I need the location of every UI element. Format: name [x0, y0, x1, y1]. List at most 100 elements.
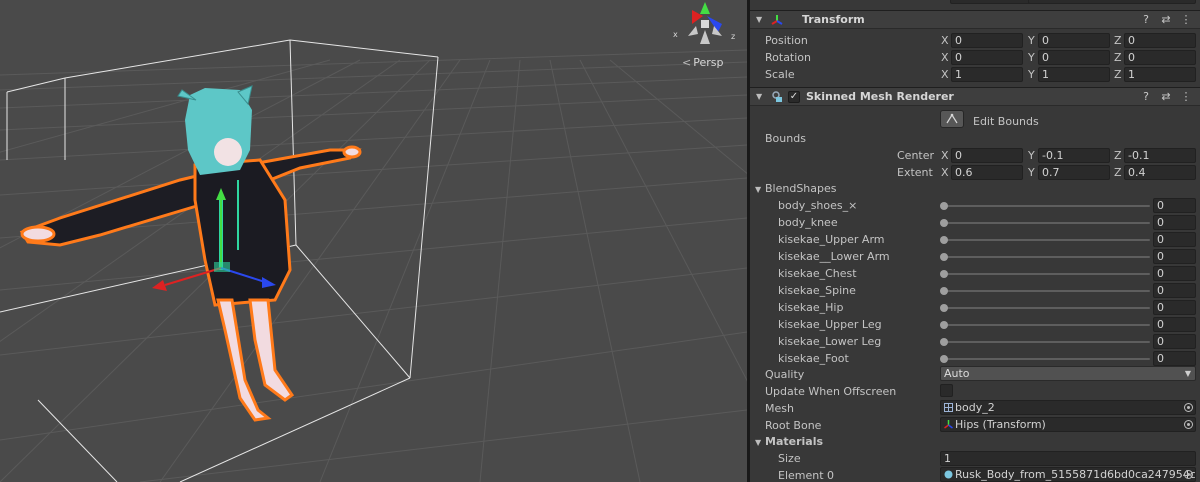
axis-y-label: Y [1028, 34, 1035, 47]
blendshape-value-field[interactable]: 0 [1153, 334, 1196, 349]
quality-dropdown[interactable]: Auto ▼ [940, 366, 1196, 381]
slider-handle[interactable] [940, 355, 948, 363]
blendshape-slider[interactable] [943, 358, 1150, 360]
transform-icon [770, 13, 784, 27]
blendshape-slider[interactable] [943, 324, 1150, 326]
blendshape-name: kisekae_Upper Leg [778, 318, 882, 331]
blendshape-value-field[interactable]: 0 [1153, 198, 1196, 213]
skinned-mesh-icon [770, 90, 784, 104]
foldout-arrow-icon[interactable]: ▼ [756, 92, 766, 101]
center-z-field[interactable]: -0.1 [1124, 148, 1196, 163]
update-offscreen-checkbox[interactable] [940, 384, 953, 397]
axis-x-label: X [941, 68, 949, 81]
blendshape-slider[interactable] [943, 256, 1150, 258]
blendshape-name: kisekae_Lower Leg [778, 335, 882, 348]
center-y-field[interactable]: -0.1 [1038, 148, 1110, 163]
rotation-y-field[interactable]: 0 [1038, 50, 1110, 65]
blendshape-slider[interactable] [943, 205, 1150, 207]
blendshape-name: kisekae_Hip [778, 301, 844, 314]
root-bone-object-field[interactable]: Hips (Transform) [940, 417, 1196, 432]
slider-handle[interactable] [940, 321, 948, 329]
blendshape-slider[interactable] [943, 307, 1150, 309]
rotation-x-field[interactable]: 0 [951, 50, 1023, 65]
transform-header[interactable]: ▼ Transform ? ⇄ ⋮ [750, 10, 1200, 29]
blendshape-value-field[interactable]: 0 [1153, 215, 1196, 230]
blendshape-value-field[interactable]: 0 [1153, 266, 1196, 281]
slider-handle[interactable] [940, 236, 948, 244]
mesh-object-field[interactable]: body_2 [940, 400, 1196, 415]
rotation-z-field[interactable]: 0 [1124, 50, 1196, 65]
preset-icon[interactable]: ⇄ [1160, 90, 1172, 103]
slider-handle[interactable] [940, 270, 948, 278]
layer-field[interactable] [1028, 0, 1196, 4]
materials-label[interactable]: Materials [765, 435, 823, 448]
scale-z-field[interactable]: 1 [1124, 67, 1196, 82]
inspector-panel: ▼ Transform ? ⇄ ⋮ Position X 0 Y 0 Z 0 R… [750, 0, 1200, 482]
slider-handle[interactable] [940, 287, 948, 295]
slider-handle[interactable] [940, 304, 948, 312]
scale-y-field[interactable]: 1 [1038, 67, 1110, 82]
projection-toggle[interactable]: < Persp [682, 56, 723, 69]
center-label: Center [897, 149, 935, 162]
help-icon[interactable]: ? [1140, 90, 1152, 103]
bounds-label: Bounds [765, 132, 806, 145]
component-enabled-checkbox[interactable]: ✓ [788, 90, 800, 103]
blendshape-value-field[interactable]: 0 [1153, 232, 1196, 247]
blendshapes-foldout-icon[interactable]: ▼ [755, 185, 761, 194]
element0-object-field[interactable]: Rusk_Body_from_5155871d6bd0ca247954cedb [940, 467, 1196, 482]
blendshape-slider[interactable] [943, 239, 1150, 241]
extent-z-field[interactable]: 0.4 [1124, 165, 1196, 180]
blendshape-slider[interactable] [943, 341, 1150, 343]
skinned-mesh-renderer-header[interactable]: ▼ ✓ Skinned Mesh Renderer ? ⇄ ⋮ [750, 87, 1200, 106]
extent-y-field[interactable]: 0.7 [1038, 165, 1110, 180]
gizmo-axis-z: z [731, 32, 735, 41]
material-icon [944, 470, 953, 479]
axis-y-label: Y [1028, 68, 1035, 81]
object-picker-icon[interactable] [1184, 420, 1193, 429]
blendshape-value-field[interactable]: 0 [1153, 317, 1196, 332]
center-x-field[interactable]: 0 [951, 148, 1023, 163]
blendshape-value-field[interactable]: 0 [1153, 249, 1196, 264]
position-x-field[interactable]: 0 [951, 33, 1023, 48]
slider-handle[interactable] [940, 219, 948, 227]
orientation-gizmo[interactable]: x z [670, 0, 740, 48]
skinned-mesh-renderer-title: Skinned Mesh Renderer [806, 90, 954, 103]
character-model [19, 85, 362, 422]
help-icon[interactable]: ? [1140, 13, 1152, 26]
more-menu-icon[interactable]: ⋮ [1180, 90, 1192, 103]
blendshape-value-field[interactable]: 0 [1153, 283, 1196, 298]
element0-value: Rusk_Body_from_5155871d6bd0ca247954cedb [955, 468, 1196, 481]
blendshape-value-field[interactable]: 0 [1153, 351, 1196, 366]
axis-z-label: Z [1114, 51, 1122, 64]
blendshapes-label[interactable]: BlendShapes [765, 182, 837, 195]
mesh-icon [944, 403, 953, 412]
transform-icon [944, 420, 953, 429]
materials-foldout-icon[interactable]: ▼ [755, 438, 761, 447]
materials-size-label: Size [778, 452, 801, 465]
foldout-arrow-icon[interactable]: ▼ [756, 15, 766, 24]
slider-handle[interactable] [940, 338, 948, 346]
axis-y-label: Y [1028, 166, 1035, 179]
blendshape-name: kisekae__Lower Arm [778, 250, 890, 263]
edit-bounds-label: Edit Bounds [973, 115, 1039, 128]
blendshape-slider[interactable] [943, 222, 1150, 224]
position-z-field[interactable]: 0 [1124, 33, 1196, 48]
object-picker-icon[interactable] [1184, 403, 1193, 412]
slider-handle[interactable] [940, 202, 948, 210]
materials-size-field[interactable]: 1 [940, 451, 1196, 466]
slider-handle[interactable] [940, 253, 948, 261]
preset-icon[interactable]: ⇄ [1160, 13, 1172, 26]
transform-title: Transform [802, 13, 865, 26]
scene-view[interactable]: x z < Persp [0, 0, 747, 482]
blendshape-slider[interactable] [943, 290, 1150, 292]
scale-label: Scale [765, 68, 795, 81]
position-y-field[interactable]: 0 [1038, 33, 1110, 48]
scale-x-field[interactable]: 1 [951, 67, 1023, 82]
object-picker-icon[interactable] [1184, 470, 1193, 479]
axis-y-label: Y [1028, 149, 1035, 162]
more-menu-icon[interactable]: ⋮ [1180, 13, 1192, 26]
extent-x-field[interactable]: 0.6 [951, 165, 1023, 180]
blendshape-value-field[interactable]: 0 [1153, 300, 1196, 315]
edit-bounds-button[interactable] [940, 110, 964, 128]
blendshape-slider[interactable] [943, 273, 1150, 275]
